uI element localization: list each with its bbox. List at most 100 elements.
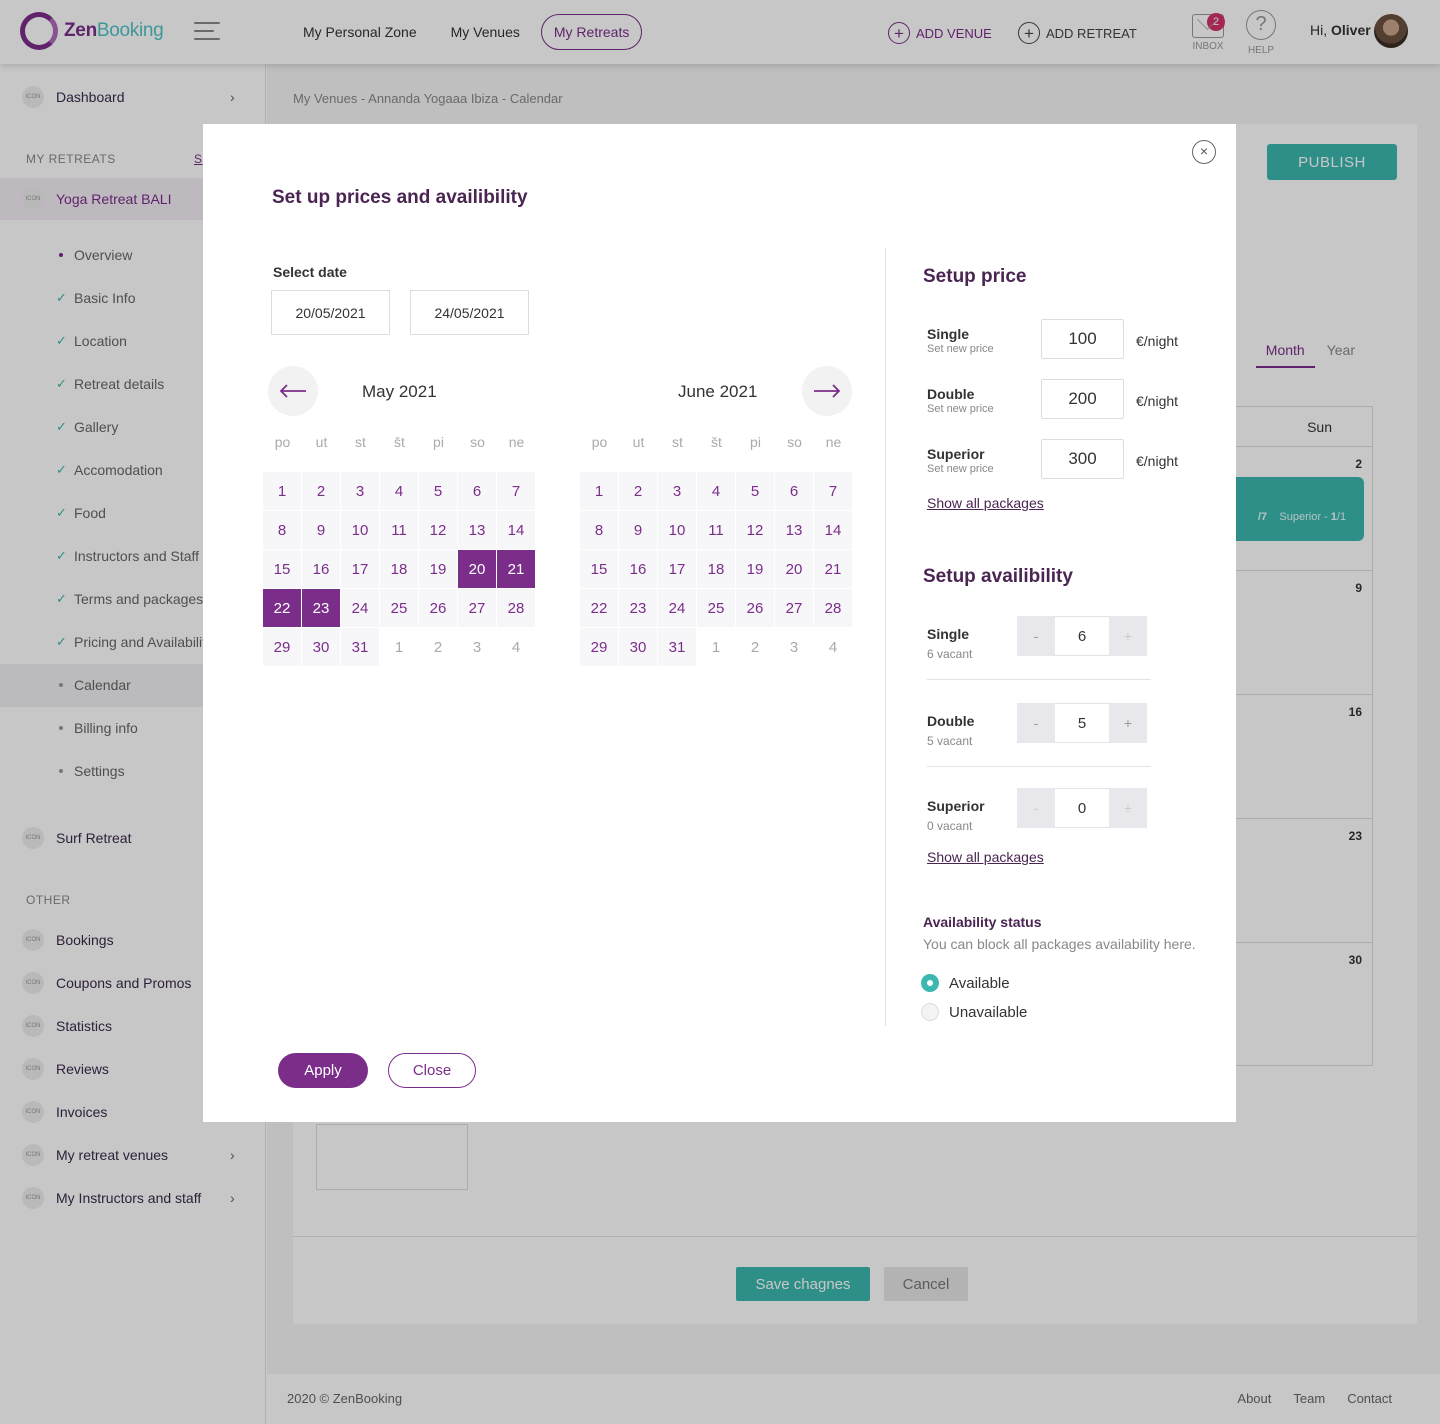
calendar-day[interactable]: 31 [341,628,379,666]
increment-button[interactable]: + [1109,616,1147,656]
price-input[interactable]: 200 [1041,379,1124,419]
calendar-day[interactable]: 11 [380,511,418,549]
calendar-day[interactable]: 19 [419,550,457,588]
radio-available[interactable]: Available [921,974,1010,992]
calendar-day[interactable]: 1 [263,472,301,510]
calendar-day[interactable]: 28 [814,589,852,627]
calendar-day[interactable]: 25 [697,589,735,627]
show-all-packages-link[interactable]: Show all packages [927,495,1044,511]
calendar-day[interactable]: 15 [580,550,618,588]
calendar-day[interactable]: 17 [341,550,379,588]
weekday-label: ut [315,434,328,450]
calendar-day[interactable]: 5 [419,472,457,510]
calendar-day[interactable]: 6 [775,472,813,510]
decrement-button[interactable]: - [1017,788,1055,828]
calendar-day[interactable]: 6 [458,472,496,510]
calendar-day[interactable]: 27 [775,589,813,627]
calendar-day: 4 [497,628,535,666]
availability-status-title: Availability status [923,914,1042,930]
calendar-day[interactable]: 11 [697,511,735,549]
calendar-day[interactable]: 13 [458,511,496,549]
calendar-day[interactable]: 7 [814,472,852,510]
calendar-day[interactable]: 3 [341,472,379,510]
calendar-day: 4 [814,628,852,666]
decrement-button[interactable]: - [1017,703,1055,743]
calendar-day[interactable]: 27 [458,589,496,627]
calendar-day[interactable]: 2 [619,472,657,510]
price-input[interactable]: 300 [1041,439,1124,479]
date-from-field[interactable]: 20/05/2021 [271,290,390,335]
decrement-button[interactable]: - [1017,616,1055,656]
calendar-june: po ut st št pi so ne 1 2 3 4 5 6 7 8 9 10 11 12 13 14 15 16 17 1… [580,434,853,667]
calendar-day[interactable]: 5 [736,472,774,510]
calendar-day[interactable]: 20 [775,550,813,588]
calendar-day[interactable]: 8 [263,511,301,549]
calendar-day[interactable]: 10 [658,511,696,549]
prev-month-button[interactable] [268,366,318,416]
calendar-day[interactable]: 9 [302,511,340,549]
calendar-day[interactable]: 7 [497,472,535,510]
calendar-day[interactable]: 21 [814,550,852,588]
calendar-day[interactable]: 22 [580,589,618,627]
apply-button[interactable]: Apply [278,1053,368,1088]
calendar-week: 1234567 [263,472,536,511]
calendar-day[interactable]: 1 [580,472,618,510]
calendar-day[interactable]: 30 [619,628,657,666]
calendar-day[interactable]: 4 [380,472,418,510]
increment-button[interactable]: + [1109,703,1147,743]
calendar-day[interactable]: 24 [341,589,379,627]
calendar-may: po ut st št pi so ne 1 2 3 4 5 6 7 8 9 10 11 12 13 14 15 16 17 1… [263,434,536,667]
close-button[interactable]: Close [388,1053,476,1088]
calendar-day[interactable]: 29 [263,628,301,666]
calendar-day[interactable]: 18 [380,550,418,588]
calendar-day[interactable]: 29 [580,628,618,666]
arrow-left-icon [279,384,306,398]
calendar-day[interactable]: 26 [736,589,774,627]
calendar-day[interactable]: 31 [658,628,696,666]
calendar-day[interactable]: 10 [341,511,379,549]
calendar-day[interactable]: 23 [619,589,657,627]
arrow-right-icon [814,384,841,398]
calendar-day[interactable]: 14 [814,511,852,549]
calendar-day[interactable]: 30 [302,628,340,666]
calendar-day[interactable]: 17 [658,550,696,588]
quantity-value[interactable]: 6 [1055,616,1109,656]
calendar-day[interactable]: 22 [263,589,301,627]
quantity-value[interactable]: 5 [1055,703,1109,743]
calendar-day[interactable]: 19 [736,550,774,588]
calendar-day[interactable]: 12 [419,511,457,549]
calendar-day[interactable]: 9 [619,511,657,549]
calendar-day[interactable]: 16 [619,550,657,588]
calendar-day[interactable]: 25 [380,589,418,627]
close-icon[interactable]: × [1192,140,1216,164]
calendar-day[interactable]: 16 [302,550,340,588]
calendar-day[interactable]: 12 [736,511,774,549]
calendar-day[interactable]: 28 [497,589,535,627]
price-package-label: Single Set new price [927,326,994,355]
calendar-week: 8 9 10 11 12 13 14 [580,511,853,550]
calendar-day[interactable]: 13 [775,511,813,549]
calendar-day[interactable]: 14 [497,511,535,549]
calendar-week: 8 9 10 11 12 13 14 [263,511,536,550]
increment-button[interactable]: + [1109,788,1147,828]
next-month-button[interactable] [802,366,852,416]
show-all-packages-link[interactable]: Show all packages [927,849,1044,865]
calendar-day[interactable]: 15 [263,550,301,588]
calendar-day[interactable]: 23 [302,589,340,627]
calendar-day[interactable]: 8 [580,511,618,549]
setup-availability-title: Setup availibility [923,566,1073,587]
calendar-day[interactable]: 2 [302,472,340,510]
calendar-day[interactable]: 3 [658,472,696,510]
calendar-day[interactable]: 24 [658,589,696,627]
calendar-day[interactable]: 18 [697,550,735,588]
date-to-field[interactable]: 24/05/2021 [410,290,529,335]
calendar-day[interactable]: 20 [458,550,496,588]
quantity-value[interactable]: 0 [1055,788,1109,828]
radio-unavailable[interactable]: Unavailable [921,1003,1027,1021]
calendar-day[interactable]: 26 [419,589,457,627]
availability-package-label: Double 5 vacant [927,713,975,748]
calendar-day[interactable]: 4 [697,472,735,510]
calendar-day: 2 [419,628,457,666]
price-input[interactable]: 100 [1041,319,1124,359]
calendar-day[interactable]: 21 [497,550,535,588]
